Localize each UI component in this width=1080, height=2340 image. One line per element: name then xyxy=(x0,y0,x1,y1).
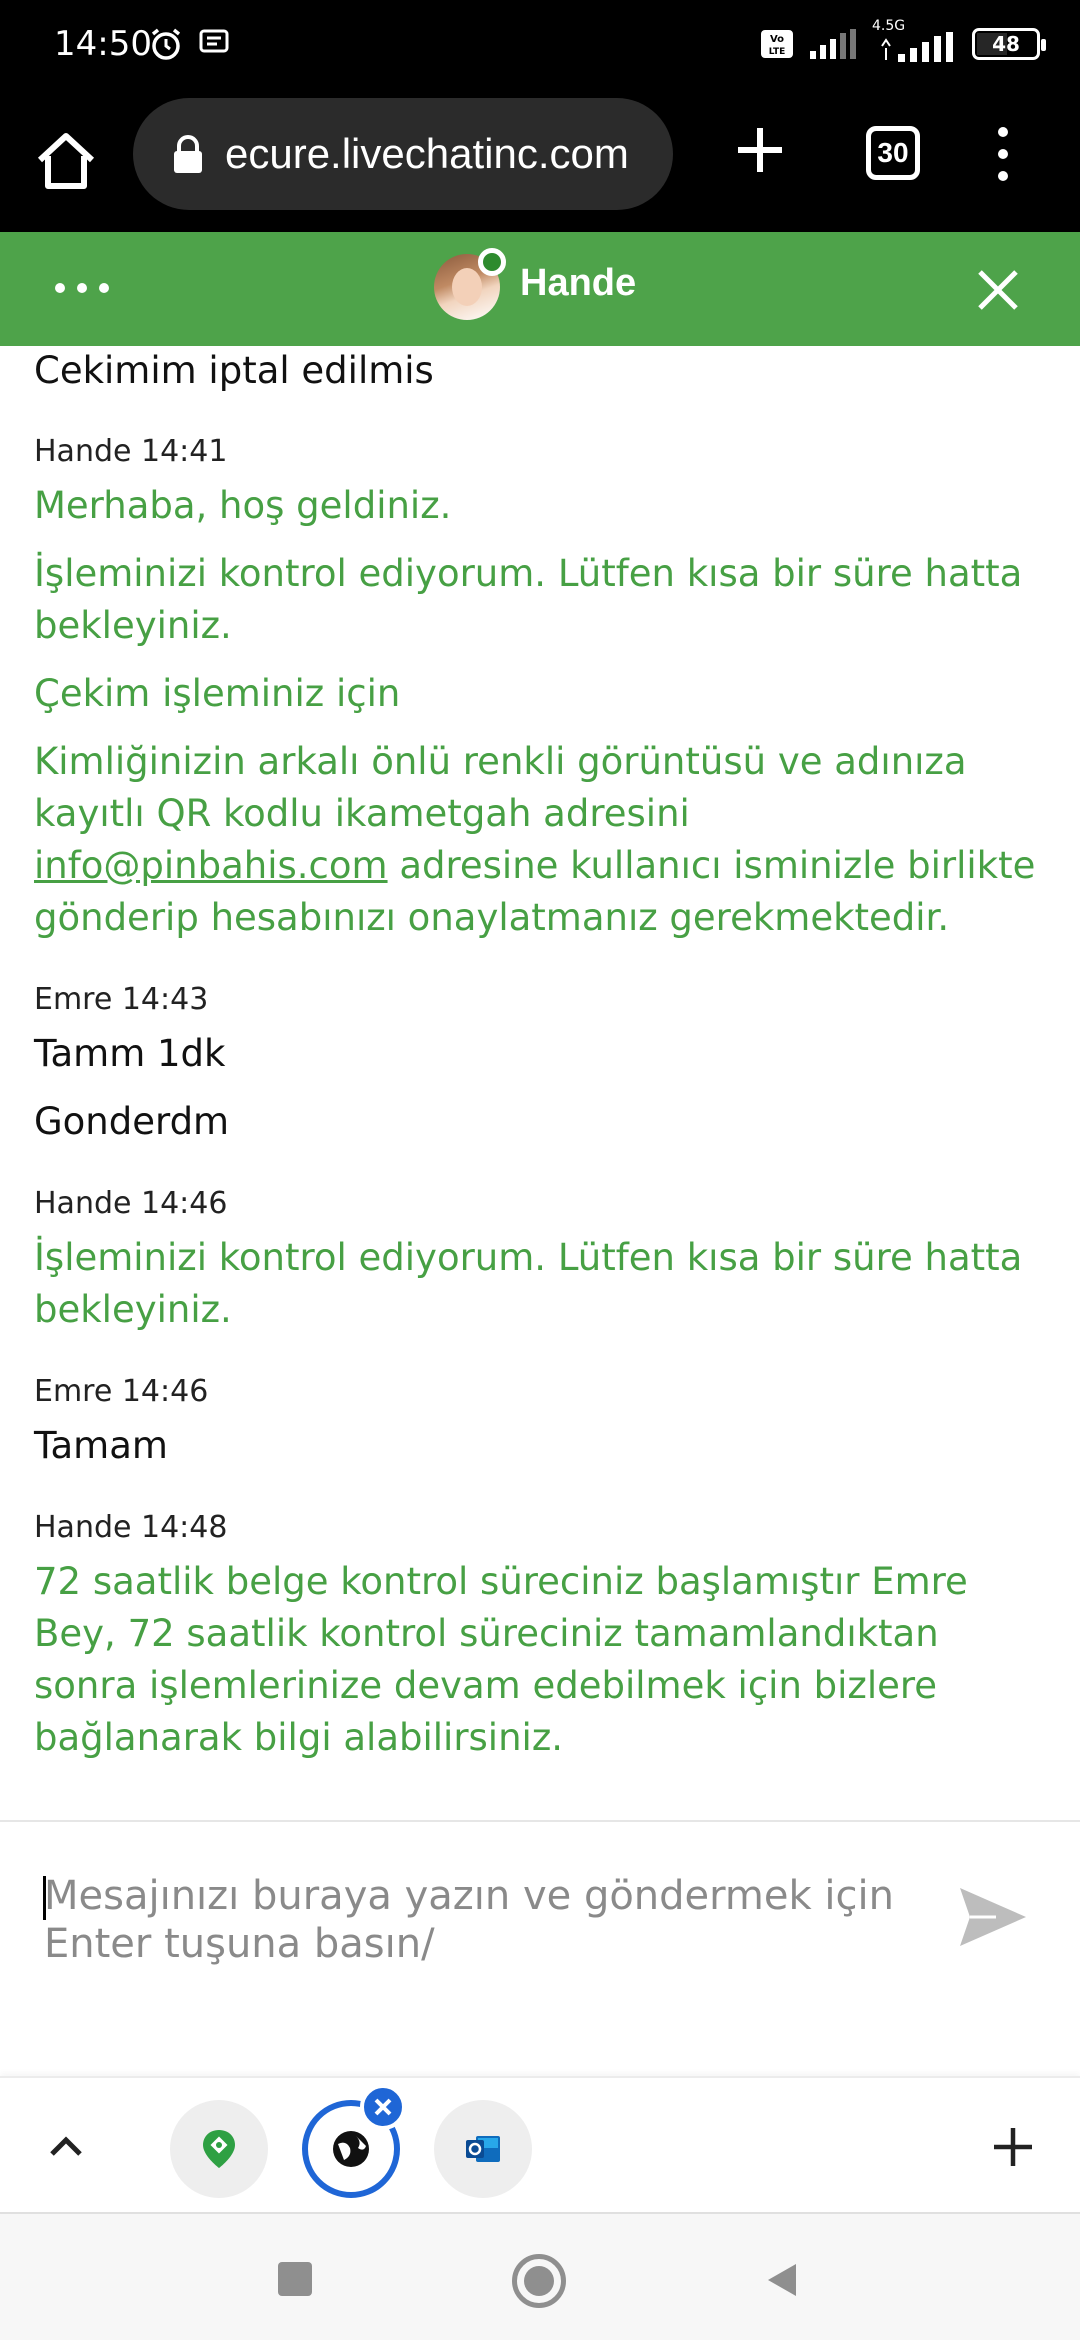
lock-icon[interactable] xyxy=(171,134,205,174)
url-text[interactable]: ecure.livechatinc.com xyxy=(225,130,629,178)
new-tab-icon[interactable] xyxy=(728,118,792,182)
send-icon[interactable] xyxy=(956,1882,1030,1952)
message-meta: Hande 14:48 xyxy=(34,1510,228,1545)
message-composer xyxy=(0,1820,1080,2076)
chat-header: Hande xyxy=(0,232,1080,346)
message-meta: Emre 14:43 xyxy=(34,982,209,1017)
alarm-icon xyxy=(151,28,181,60)
message-meta: Hande 14:46 xyxy=(34,1186,228,1221)
tab-switcher-button[interactable]: 30 xyxy=(866,126,920,180)
message-text: Kimliğinizin arkalı önlü renkli görüntüs… xyxy=(34,740,967,835)
globe-icon xyxy=(333,2131,369,2167)
svg-text:LTE: LTE xyxy=(769,47,786,57)
message-group: Hande 14:41 Merhaba, hoş geldiniz. İşlem… xyxy=(34,432,1050,944)
volte-icon: Vo LTE xyxy=(761,30,793,58)
browser-toolbar: ecure.livechatinc.com 30 xyxy=(0,96,1080,232)
email-link[interactable]: info@pinbahis.com xyxy=(34,844,388,887)
message-text: Tamam xyxy=(34,1424,168,1467)
message-text: Çekim işleminiz için xyxy=(34,672,401,715)
status-notification-icons xyxy=(148,26,230,62)
online-status-indicator xyxy=(478,248,506,276)
close-icon[interactable] xyxy=(974,266,1022,314)
message-group: Emre 14:46 Tamam xyxy=(34,1372,1050,1472)
message-list[interactable]: Cekimim iptal edilmis Hande 14:41 Merhab… xyxy=(0,346,1080,1820)
address-bar[interactable]: ecure.livechatinc.com xyxy=(133,98,673,210)
agent-name: Hande xyxy=(520,262,637,304)
bubble-outlook[interactable] xyxy=(434,2100,532,2198)
chat-options-icon[interactable] xyxy=(52,276,112,300)
back-icon[interactable] xyxy=(762,2260,802,2300)
outlook-icon xyxy=(466,2136,500,2162)
message-text: İşleminizi kontrol ediyorum. Lütfen kısa… xyxy=(34,1236,1023,1331)
message-meta: Hande 14:41 xyxy=(34,434,228,469)
signal-icon xyxy=(810,29,856,59)
status-system-icons: Vo LTE 4.5G 48 xyxy=(760,18,1046,62)
message-group: Hande 14:46 İşleminizi kontrol ediyorum.… xyxy=(34,1184,1050,1336)
message-text-with-link: Kimliğinizin arkalı önlü renkli görüntüs… xyxy=(34,736,1050,944)
message-group: Hande 14:48 72 saatlik belge kontrol sür… xyxy=(34,1508,1050,1764)
chevron-up-icon[interactable] xyxy=(42,2122,90,2170)
signal-icon-2 xyxy=(881,32,953,62)
bubble-bar xyxy=(0,2076,1080,2212)
more-menu-icon[interactable] xyxy=(988,124,1018,184)
close-icon xyxy=(374,2098,392,2116)
signal-45g-group: 4.5G xyxy=(872,18,958,62)
system-nav-bar xyxy=(0,2212,1080,2340)
home-icon[interactable] xyxy=(30,126,102,198)
map-pin-icon xyxy=(203,2130,235,2168)
svg-text:Vo: Vo xyxy=(770,34,784,45)
message-text: 72 saatlik belge kontrol süreciniz başla… xyxy=(34,1560,968,1759)
home-nav-icon[interactable] xyxy=(512,2254,566,2308)
message-text: Gonderdm xyxy=(34,1100,230,1143)
battery-icon: 48 xyxy=(972,28,1046,60)
status-time: 14:50 xyxy=(54,24,152,64)
message-input[interactable] xyxy=(44,1872,944,2032)
message-text: Tamm 1dk xyxy=(34,1032,226,1075)
message-text: Cekimim iptal edilmis xyxy=(34,349,434,392)
message-icon xyxy=(199,29,229,53)
message-meta: Emre 14:46 xyxy=(34,1374,209,1409)
message-group: Emre 14:43 Tamm 1dk Gonderdm xyxy=(34,980,1050,1148)
bubble-close-button[interactable] xyxy=(360,2084,406,2130)
message-text: Merhaba, hoş geldiniz. xyxy=(34,484,452,527)
status-bar: 14:50 Vo LTE 4.5G 48 xyxy=(0,0,1080,96)
add-bubble-icon[interactable] xyxy=(988,2122,1038,2172)
bubble-maps[interactable] xyxy=(170,2100,268,2198)
message-text: İşleminizi kontrol ediyorum. Lütfen kısa… xyxy=(34,552,1023,647)
recent-apps-icon[interactable] xyxy=(278,2262,312,2296)
